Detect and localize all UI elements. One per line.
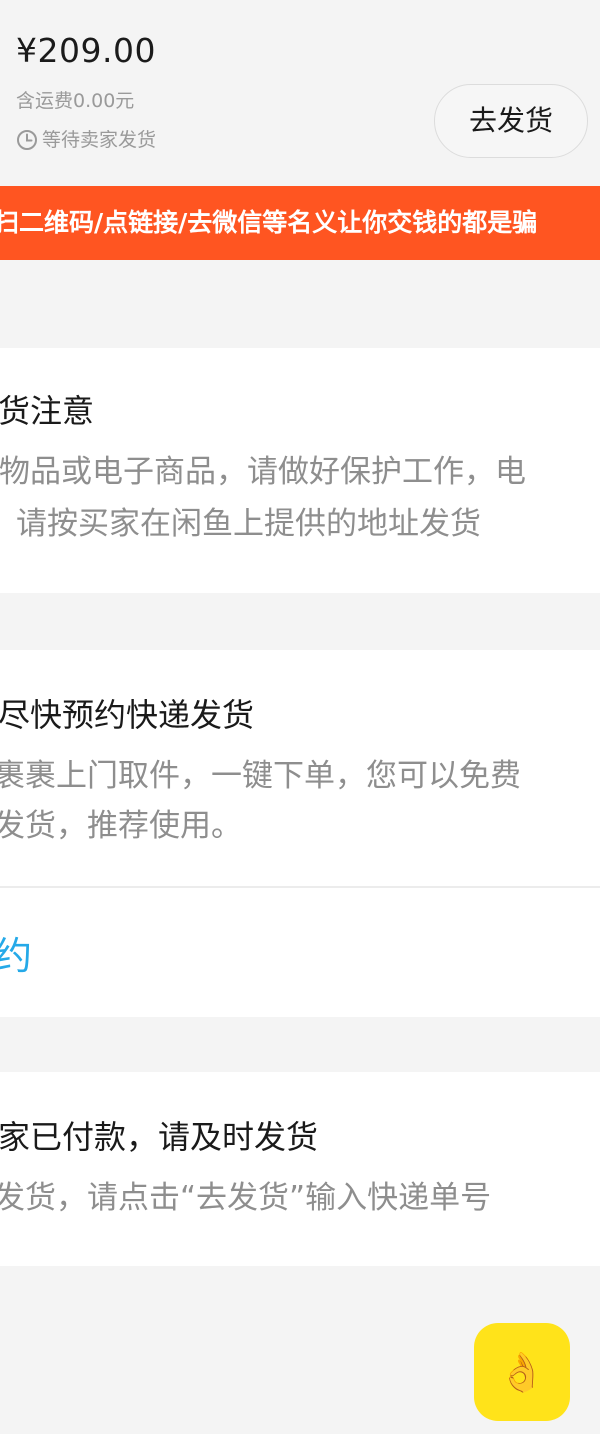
order-price: ¥209.00 [16,31,156,70]
courier-line-2: 发货，推荐使用。 [0,808,242,844]
order-detail-page: ¥209.00 含运费0.00元 等待卖家发货 去发货 扫二维码/点链接/去微信… [0,0,600,1434]
clock-icon [17,130,37,150]
shipping-notice-card: 货注意 物品或电子商品，请做好保护工作，电 请按买家在闲鱼上提供的地址发货 [0,348,600,593]
paid-title: 家已付款，请及时发货 [0,1118,319,1156]
ok-hand-floating-button[interactable]: 👌 [474,1323,570,1421]
courier-booking-card: 尽快预约快递发货 裹裹上门取件，一键下单，您可以免费 发货，推荐使用。 约 [0,650,600,1017]
fraud-warning-text: 扫二维码/点链接/去微信等名义让你交钱的都是骗 [0,208,538,237]
order-status: 等待卖家发货 [16,126,156,154]
book-courier-link[interactable]: 约 [0,931,32,981]
ship-button[interactable]: 去发货 [434,84,588,158]
order-summary: ¥209.00 含运费0.00元 等待卖家发货 去发货 [0,0,600,186]
buyer-paid-card: 家已付款，请及时发货 发货，请点击“去发货”输入快递单号 [0,1072,600,1266]
freight-text: 含运费0.00元 [16,90,135,112]
notice-line-2: 请按买家在闲鱼上提供的地址发货 [16,506,481,542]
ok-hand-icon: 👌 [498,1350,546,1394]
notice-line-1: 物品或电子商品，请做好保护工作，电 [0,454,526,490]
order-status-label: 等待卖家发货 [42,129,157,151]
paid-line-1: 发货，请点击“去发货”输入快递单号 [0,1180,492,1216]
courier-title: 尽快预约快递发货 [0,696,255,734]
notice-title: 货注意 [0,392,95,430]
courier-line-1: 裹裹上门取件，一键下单，您可以免费 [0,758,521,794]
card-divider [0,886,600,888]
fraud-warning-banner: 扫二维码/点链接/去微信等名义让你交钱的都是骗 [0,186,600,260]
